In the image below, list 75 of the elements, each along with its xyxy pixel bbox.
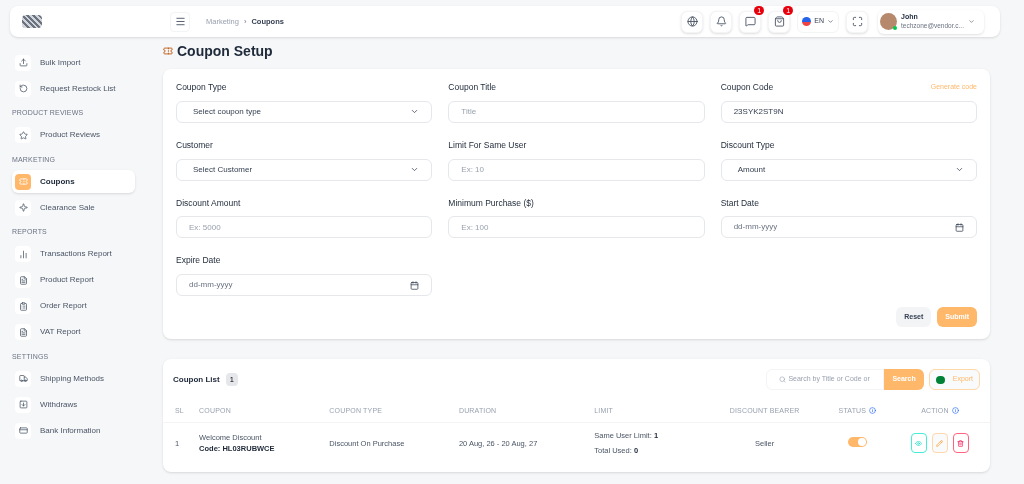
eye-icon — [915, 439, 923, 447]
sidebar-item[interactable]: Clearance Sale — [12, 196, 135, 219]
card-title: Coupon List — [173, 373, 220, 386]
document-icon — [18, 327, 28, 337]
calendar-icon — [410, 280, 420, 290]
field-label: Discount Type — [720, 138, 775, 152]
truck-icon — [18, 374, 28, 383]
cart-icon — [773, 16, 785, 27]
field-label: Start Date — [720, 196, 759, 210]
star-icon — [18, 130, 28, 140]
notification-button[interactable] — [710, 10, 733, 33]
info-icon — [869, 407, 877, 415]
flag-icon — [802, 17, 812, 26]
refresh-icon — [18, 84, 28, 93]
globe-button[interactable] — [681, 10, 704, 33]
fullscreen-icon — [851, 16, 863, 27]
card-icon — [18, 426, 28, 435]
fullscreen-button[interactable] — [846, 10, 868, 33]
info-icon — [951, 407, 959, 415]
input-field[interactable]: Ex: 100 — [448, 216, 705, 239]
pencil-icon — [936, 439, 944, 447]
caret-icon — [410, 165, 420, 174]
delete-button[interactable] — [952, 433, 969, 454]
document-icon — [18, 275, 28, 285]
sidebar-item[interactable]: Product Report — [12, 268, 135, 292]
menu-button[interactable] — [170, 11, 190, 32]
sparkle-icon — [18, 203, 28, 212]
field-label: Expire Date — [176, 254, 221, 267]
spreadsheet-icon — [935, 375, 945, 384]
withdraw-icon — [18, 400, 28, 409]
sidebar-item[interactable]: Withdraws — [12, 393, 135, 416]
input-field[interactable]: Title — [448, 100, 705, 123]
ticket-icon — [163, 46, 173, 56]
bar-chart-icon — [18, 249, 28, 259]
status-toggle[interactable] — [847, 437, 867, 448]
sidebar-item[interactable]: Request Restock List — [12, 77, 135, 100]
input-field[interactable]: 23SYK2ST9N — [720, 100, 977, 123]
input-field[interactable]: Ex: 5000 — [176, 216, 433, 239]
search-icon — [779, 376, 787, 383]
sidebar-item[interactable]: VAT Report — [12, 320, 135, 344]
trash-icon — [957, 439, 965, 447]
message-icon — [744, 16, 756, 27]
globe-icon — [686, 16, 698, 27]
menu-icon — [174, 16, 186, 27]
field-label: Limit For Same User — [448, 138, 527, 152]
select-field[interactable]: Amount — [720, 158, 977, 181]
notification-icon — [715, 16, 727, 27]
field-label: Coupon Type — [176, 81, 227, 94]
date-field[interactable]: dd-mm-yyyy — [176, 274, 433, 296]
sidebar-item[interactable]: Product Reviews — [12, 123, 135, 147]
calendar-icon — [955, 222, 964, 232]
field-label: Customer — [176, 138, 213, 152]
sidebar-item[interactable]: Coupons — [12, 170, 135, 193]
caret-icon — [955, 165, 964, 174]
field-label: Coupon Title — [448, 81, 497, 94]
avatar-icon — [880, 13, 897, 30]
logo-icon — [22, 15, 42, 28]
select-field[interactable]: Select Customer — [176, 158, 433, 181]
caret-icon — [967, 18, 975, 25]
field-label: Discount Amount — [176, 196, 241, 210]
sidebar-item[interactable]: Transactions Report — [12, 242, 135, 266]
input-field[interactable]: Ex: 10 — [448, 158, 705, 181]
field-label: Coupon Code — [720, 81, 774, 94]
ticket-icon — [18, 177, 28, 186]
sidebar-item[interactable]: Order Report — [12, 294, 135, 318]
page-title: Coupon Setup — [177, 41, 273, 61]
sidebar-item[interactable]: Shipping Methods — [12, 367, 135, 390]
upload-icon — [18, 58, 28, 67]
select-field[interactable]: Select coupon type — [176, 100, 433, 123]
clipboard-icon — [18, 301, 28, 311]
date-field[interactable]: dd-mm-yyyy — [720, 216, 977, 239]
sidebar-item[interactable]: Bulk Import — [12, 51, 135, 74]
caret-icon — [827, 18, 834, 25]
field-label: Minimum Purchase ($) — [448, 196, 534, 210]
sidebar-item[interactable]: Bank Information — [12, 419, 135, 442]
